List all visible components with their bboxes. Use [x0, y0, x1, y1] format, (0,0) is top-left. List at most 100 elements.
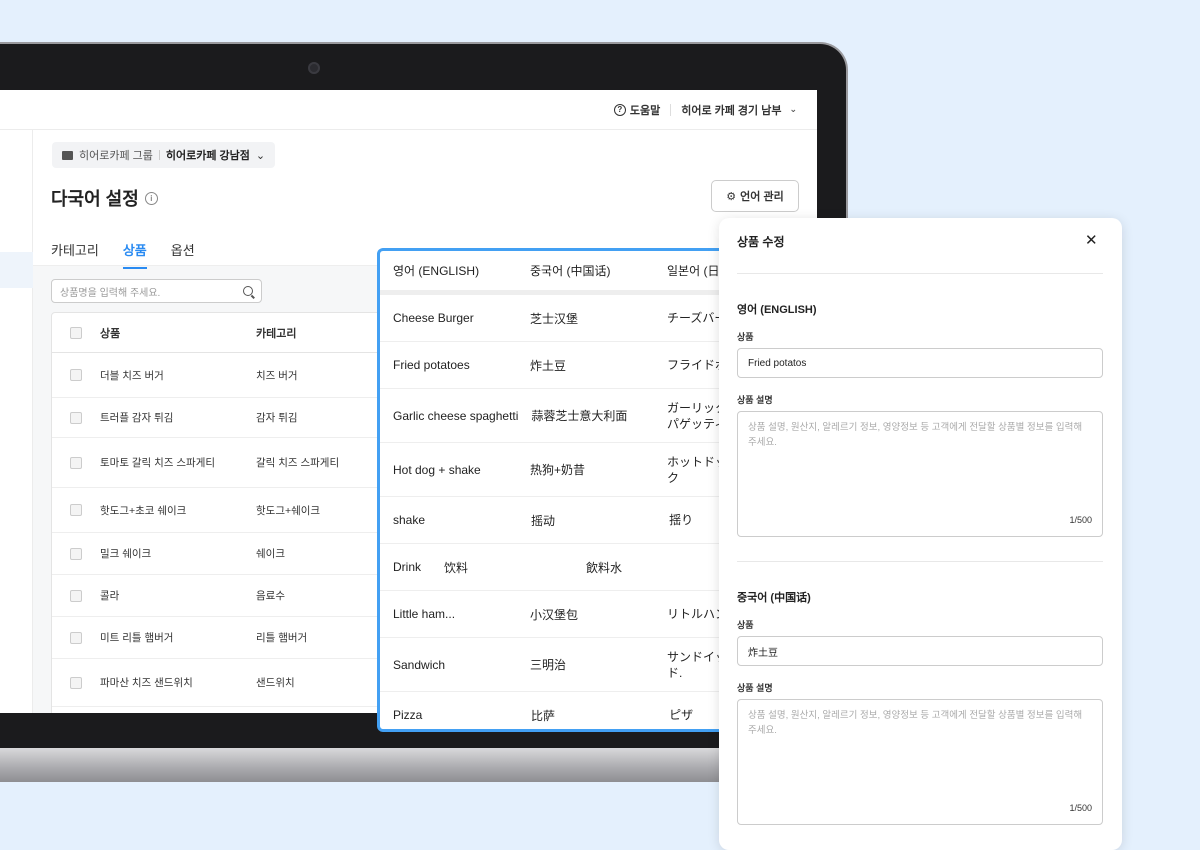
row-checkbox[interactable] [70, 631, 82, 644]
row-checkbox[interactable] [70, 589, 82, 602]
cell-chinese: 芝士汉堡 [530, 311, 579, 326]
row-checkbox[interactable] [70, 504, 82, 516]
group-name: 히어로카페 그룹 [79, 150, 153, 162]
cell-english: Little ham... [393, 607, 456, 621]
cell-product: 파마산 치즈 샌드위치 [100, 677, 193, 689]
tab-bar: 카테고리 상품 옵션 [51, 240, 195, 269]
cell-english: Garlic cheese spaghetti [393, 408, 519, 423]
gear-icon: ⚙ [726, 190, 737, 203]
divider [670, 103, 672, 116]
section-language-english: 영어 (ENGLISH) [737, 304, 817, 316]
top-bar: ? 도움말 히어로 카페 경기 남부 ⌄ [0, 90, 817, 130]
product-name-input-english[interactable]: Fried potatos [737, 348, 1103, 378]
store-selector[interactable]: 히어로 카페 경기 남부 ⌄ [681, 102, 797, 118]
cell-chinese: 热狗+奶昔 [530, 463, 586, 477]
row-checkbox[interactable] [70, 547, 82, 560]
header-product: 상품 [100, 327, 121, 340]
search-icon[interactable] [243, 286, 253, 296]
chevron-down-icon: ⌄ [255, 149, 266, 162]
header-chinese: 중국어 (中国话) [530, 264, 611, 278]
row-checkbox[interactable] [70, 676, 82, 689]
language-manage-label: 언어 관리 [740, 191, 784, 203]
cell-english: Cheese Burger [393, 311, 474, 325]
description-placeholder: 상품 설명, 원산지, 알레르기 정보, 영양정보 등 고객에게 전달할 상품별… [748, 710, 1083, 736]
modal-title: 상품 수정 [737, 235, 785, 249]
tab-option[interactable]: 옵션 [171, 240, 195, 269]
search-input[interactable]: 상품명을 입력해 주세요. [51, 279, 262, 303]
char-count: 1/500 [1069, 803, 1092, 813]
help-icon: ? [613, 103, 626, 116]
search-placeholder: 상품명을 입력해 주세요. [60, 287, 161, 299]
store-breadcrumb[interactable]: 히어로카페 그룹 히어로카페 강남점 ⌄ [52, 142, 276, 168]
sidebar [0, 130, 33, 713]
tab-category[interactable]: 카테고리 [51, 240, 99, 269]
translation-header: 영어 (ENGLISH) 중국어 (中国话) 일본어 (日本語) [380, 251, 734, 295]
cell-product: 밀크 쉐이크 [100, 548, 152, 560]
store-icon [62, 150, 73, 160]
section-language-chinese: 중국어 (中国话) [737, 592, 811, 604]
row-checkbox[interactable] [70, 411, 82, 424]
divider [737, 561, 1103, 562]
translation-row[interactable]: shake 摇动 揺り [380, 497, 734, 544]
cell-chinese: 蒜蓉芝士意大利面 [531, 409, 628, 423]
row-checkbox[interactable] [70, 456, 82, 469]
char-count: 1/500 [1069, 515, 1092, 525]
cell-product: 더블 치즈 버거 [100, 369, 164, 382]
cell-chinese: 三明治 [530, 658, 567, 672]
cell-product: 콜라 [100, 590, 120, 602]
store-name: 히어로 카페 경기 남부 [681, 104, 782, 117]
cell-product: 핫도그+초코 쉐이크 [100, 504, 187, 517]
cell-product: 미트 리틀 햄버거 [100, 632, 174, 644]
translation-row[interactable]: Cheese Burger 芝士汉堡 チーズバーガー [380, 295, 734, 342]
cell-japanese: 飲料水 [586, 560, 623, 575]
info-icon[interactable]: i [144, 191, 158, 205]
cell-chinese: 饮料 [444, 560, 469, 575]
webcam [308, 62, 320, 74]
branch-name: 히어로카페 강남점 [165, 150, 250, 162]
translation-row[interactable]: Little ham... 小汉堡包 リトルハンバーガー [380, 591, 734, 638]
translation-row[interactable]: Hot dog + shake 热狗+奶昔 ホットドッグ+シェイ ク [380, 443, 734, 497]
product-edit-modal: 상품 수정 ✕ 영어 (ENGLISH) 상품 Fried potatos 상품… [719, 218, 1122, 850]
product-name-input-chinese[interactable]: 炸土豆 [737, 636, 1103, 666]
cell-english: Drink [393, 560, 422, 574]
translation-row[interactable]: Sandwich 三明治 サンドイッチ ド. [380, 638, 734, 692]
cell-english: Pizza [393, 708, 423, 722]
help-link[interactable]: ? 도움말 [613, 102, 661, 118]
cell-chinese: 比萨 [531, 708, 556, 723]
language-manage-button[interactable]: ⚙ 언어 관리 [711, 180, 799, 212]
header-english: 영어 (ENGLISH) [393, 264, 480, 278]
description-label: 상품 설명 [737, 683, 773, 693]
page-title-text: 다국어 설정 [51, 189, 139, 209]
sidebar-item-active[interactable] [0, 252, 33, 288]
translation-row[interactable]: Fried potatoes 炸土豆 フライドポテト [380, 342, 734, 389]
divider [158, 150, 160, 160]
cell-english: shake [393, 513, 426, 527]
select-all-checkbox[interactable] [70, 326, 82, 339]
cell-english: Hot dog + shake [393, 462, 481, 477]
product-name-value: Fried potatos [748, 357, 807, 369]
translation-row[interactable]: Pizza 比萨 ピザ [380, 692, 734, 729]
close-icon[interactable]: ✕ [1085, 231, 1098, 249]
cell-chinese: 摇动 [531, 513, 556, 528]
description-placeholder: 상품 설명, 원산지, 알레르기 정보, 영양정보 등 고객에게 전달할 상품별… [748, 422, 1083, 448]
cell-english: Sandwich [393, 657, 446, 672]
cell-chinese: 炸土豆 [530, 358, 567, 373]
cell-product: 트러플 감자 튀김 [100, 412, 174, 424]
translation-row[interactable]: Garlic cheese spaghetti 蒜蓉芝士意大利面 ガーリックチー… [380, 389, 734, 443]
row-checkbox[interactable] [70, 369, 82, 381]
divider [737, 273, 1103, 274]
description-label: 상품 설명 [737, 395, 773, 405]
help-label: 도움말 [629, 104, 661, 117]
product-name-value: 炸土豆 [748, 647, 778, 659]
product-label: 상품 [737, 620, 754, 630]
product-label: 상품 [737, 332, 754, 342]
page-title: 다국어 설정 i [51, 185, 158, 211]
description-textarea-english[interactable]: 상품 설명, 원산지, 알레르기 정보, 영양정보 등 고객에게 전달할 상품별… [737, 411, 1103, 537]
translation-row[interactable]: Drink 饮料 飲料水 [380, 544, 734, 591]
chevron-down-icon: ⌄ [789, 104, 797, 114]
cell-product: 토마토 갈릭 치즈 스파게티 [100, 457, 216, 469]
cell-english: Fried potatoes [393, 358, 470, 372]
description-textarea-chinese[interactable]: 상품 설명, 원산지, 알레르기 정보, 영양정보 등 고객에게 전달할 상품별… [737, 699, 1103, 825]
cell-chinese: 小汉堡包 [530, 607, 579, 622]
tab-product[interactable]: 상품 [122, 240, 147, 269]
